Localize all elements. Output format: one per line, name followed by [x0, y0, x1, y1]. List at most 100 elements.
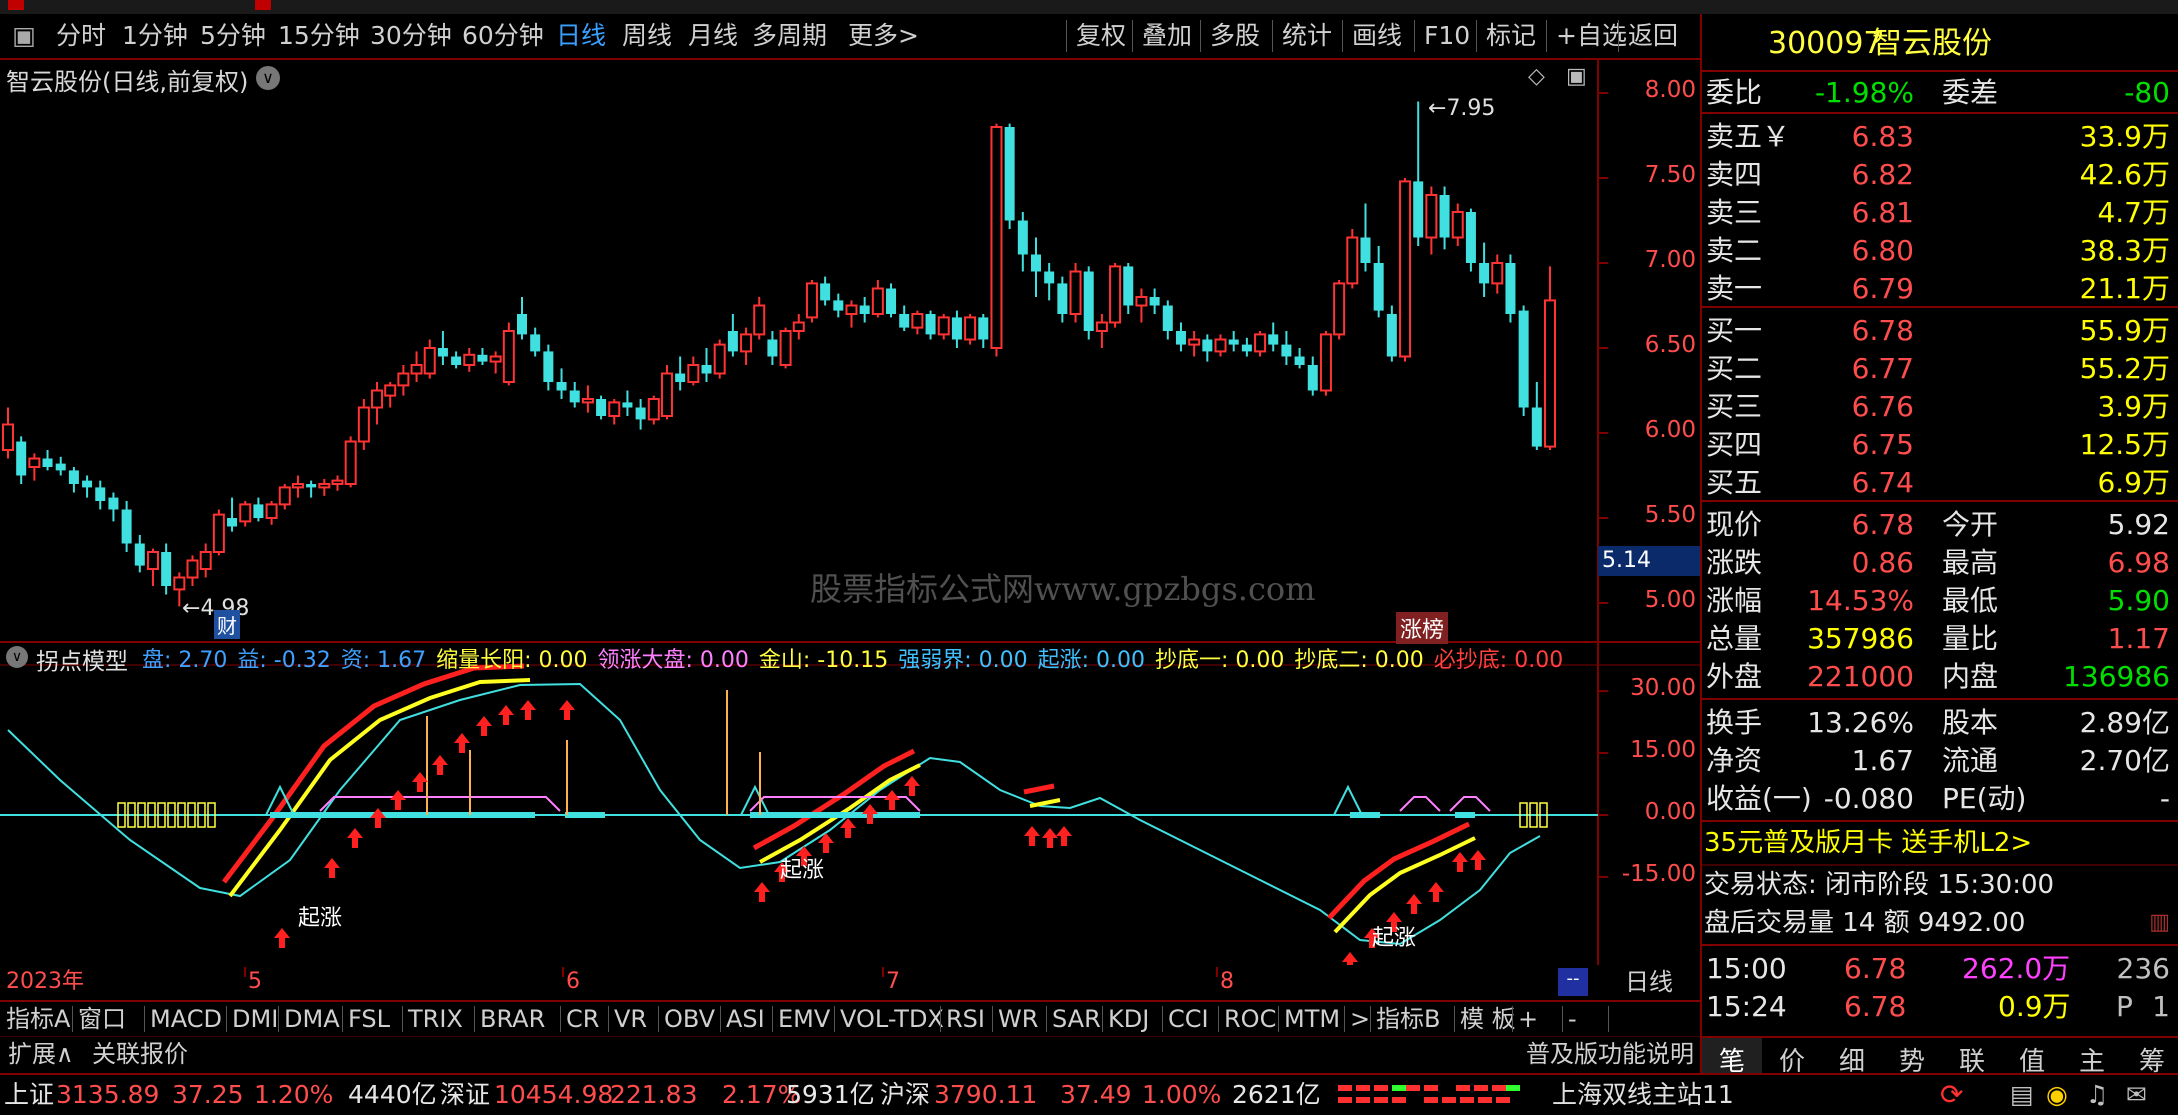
toolbar-item-1[interactable]: 1分钟: [122, 14, 188, 58]
indicator-name[interactable]: 拐点模型: [36, 642, 128, 672]
indicator-tab-8[interactable]: CR: [566, 1002, 599, 1036]
indicator-tab-1[interactable]: 窗口: [78, 1002, 126, 1036]
stat-label: 换手: [1706, 706, 1763, 739]
indicator-tab-22[interactable]: 指标B: [1376, 1002, 1440, 1036]
indicator-param: 盘: 2.70: [142, 648, 228, 672]
tab-separator: [834, 1006, 835, 1032]
toolbar-item-2[interactable]: 5分钟: [200, 14, 266, 58]
notes-icon[interactable]: ▤: [2010, 1075, 2034, 1115]
indicator-tab-6[interactable]: TRIX: [408, 1002, 463, 1036]
toolbar-item-3[interactable]: 15分钟: [278, 14, 360, 58]
refresh-icon[interactable]: ⟳: [1940, 1075, 1963, 1115]
indicator-tab-14[interactable]: RSI: [946, 1002, 985, 1036]
indicator-tab-15[interactable]: WR: [998, 1002, 1038, 1036]
candle-body: [477, 354, 488, 362]
up-arrow-icon: [1342, 952, 1358, 965]
toolbar-item-0[interactable]: 分时: [56, 14, 106, 58]
indicator-tab-4[interactable]: DMA: [284, 1002, 340, 1036]
candle-body: [1017, 220, 1028, 255]
index-change: 37.49: [1060, 1080, 1132, 1109]
toolbar-item-4[interactable]: 30分钟: [370, 14, 452, 58]
watermark: 股票指标公式网www.gpzbgs.com: [810, 570, 1316, 608]
buy-label: 买二: [1706, 352, 1763, 385]
finance-tag[interactable]: 财: [214, 610, 240, 639]
candle-body: [1162, 305, 1173, 331]
toolbar-right-item-5[interactable]: F10: [1424, 14, 1470, 58]
indicator-tab-7[interactable]: BRAR: [480, 1002, 545, 1036]
toolbar-item-9[interactable]: 多周期: [752, 14, 827, 58]
indicator-tab-20[interactable]: MTM: [1284, 1002, 1340, 1036]
candle-body: [42, 458, 53, 467]
indicator-tab-10[interactable]: OBV: [664, 1002, 715, 1036]
candle-body: [687, 364, 700, 383]
candle-body: [278, 486, 291, 506]
toolbar-right-item-2[interactable]: 多股: [1210, 14, 1260, 58]
up-arrow-icon: [370, 808, 386, 828]
stat-label: 今开: [1942, 508, 1999, 541]
server-name[interactable]: 上海双线主站11: [1552, 1075, 1734, 1115]
window-maximize-icon[interactable]: ▣: [1566, 64, 1587, 89]
indicator-tab-16[interactable]: SAR: [1052, 1002, 1101, 1036]
toolbar-right-item-4[interactable]: 画线: [1352, 14, 1402, 58]
indicator-tab-5[interactable]: FSL: [348, 1002, 390, 1036]
stat-label: 收益(一): [1706, 782, 1812, 815]
candle-body: [502, 330, 515, 383]
indicator-tab-12[interactable]: EMV: [778, 1002, 830, 1036]
extension-tab-0[interactable]: 扩展∧: [8, 1037, 74, 1071]
forum-icon[interactable]: ✉: [2126, 1075, 2147, 1115]
diamond-icon[interactable]: ◇: [1528, 64, 1545, 89]
toolbar-item-10[interactable]: 更多>: [848, 14, 919, 58]
toolbar-item-5[interactable]: 60分钟: [462, 14, 544, 58]
indicator-tab-23[interactable]: 模 板: [1460, 1002, 1516, 1036]
extension-tab-1[interactable]: 关联报价: [92, 1037, 188, 1071]
stat-label: 量比: [1942, 622, 1999, 655]
up-arrow-icon: [432, 755, 448, 775]
toolbar-separator: [1414, 20, 1415, 52]
sound-icon[interactable]: ♫: [2086, 1075, 2108, 1115]
candle-body: [713, 343, 726, 375]
stat-label: 最高: [1942, 546, 1999, 579]
indicator-tab-2[interactable]: MACD: [150, 1002, 222, 1036]
candle-body: [845, 304, 858, 315]
tab-separator: [1218, 1006, 1219, 1032]
indicator-tab-11[interactable]: ASI: [726, 1002, 765, 1036]
indicator-tab-24[interactable]: +: [1518, 1002, 1538, 1036]
indicator-tab-13[interactable]: VOL-TDX: [840, 1002, 944, 1036]
panel-toggle-icon[interactable]: ▣: [8, 14, 40, 58]
index-name[interactable]: 深证: [440, 1075, 490, 1115]
indicator-tab-21[interactable]: >: [1350, 1002, 1370, 1036]
indicator-tab-19[interactable]: ROC: [1224, 1002, 1276, 1036]
indicator-tab-17[interactable]: KDJ: [1108, 1002, 1149, 1036]
function-desc-link[interactable]: 普及版功能说明: [1526, 1037, 1694, 1071]
toolbar-right-item-6[interactable]: 标记: [1486, 14, 1536, 58]
indicator-tab-9[interactable]: VR: [614, 1002, 647, 1036]
indicator-tab-25[interactable]: -: [1568, 1002, 1577, 1036]
promo-link[interactable]: 35元普及版月卡 送手机L2>: [1704, 824, 2032, 862]
tab-separator: [720, 1006, 721, 1032]
index-name[interactable]: 沪深: [880, 1075, 930, 1115]
kline-chart[interactable]: [0, 60, 1700, 965]
toolbar-right-item-0[interactable]: 复权: [1076, 14, 1126, 58]
toolbar-right-item-8[interactable]: 返回: [1628, 14, 1678, 58]
toolbar-item-8[interactable]: 月线: [688, 14, 738, 58]
chart-title-dropdown-icon[interactable]: ∨: [256, 66, 280, 90]
toolbar-item-7[interactable]: 周线: [622, 14, 672, 58]
scroll-marker[interactable]: --: [1558, 968, 1588, 996]
after-hours-chart-icon[interactable]: ▥: [2149, 904, 2170, 942]
index-name[interactable]: 上证: [4, 1075, 54, 1115]
promo-row[interactable]: 35元普及版月卡 送手机L2>: [1702, 824, 2178, 862]
stat-value: 6.98: [2107, 546, 2170, 579]
toolbar-right-item-7[interactable]: +自选: [1556, 14, 1627, 58]
toolbar-right-item-3[interactable]: 统计: [1282, 14, 1332, 58]
buy-row: 买五 6.74 6.9万: [1702, 464, 2178, 502]
qizhang-label: 起涨: [1372, 926, 1417, 951]
toolbar-right-item-1[interactable]: 叠加: [1142, 14, 1192, 58]
indicator-tab-3[interactable]: DMI: [232, 1002, 278, 1036]
toolbar-item-6[interactable]: 日线: [556, 14, 606, 58]
candle-body: [833, 300, 844, 311]
indicator-tab-18[interactable]: CCI: [1168, 1002, 1209, 1036]
info-icon[interactable]: ◉: [2046, 1075, 2068, 1115]
buy-volume: 12.5万: [2079, 428, 2170, 461]
indicator-tab-0[interactable]: 指标A: [6, 1002, 70, 1036]
indicator-dropdown-icon[interactable]: ∨: [6, 646, 28, 668]
